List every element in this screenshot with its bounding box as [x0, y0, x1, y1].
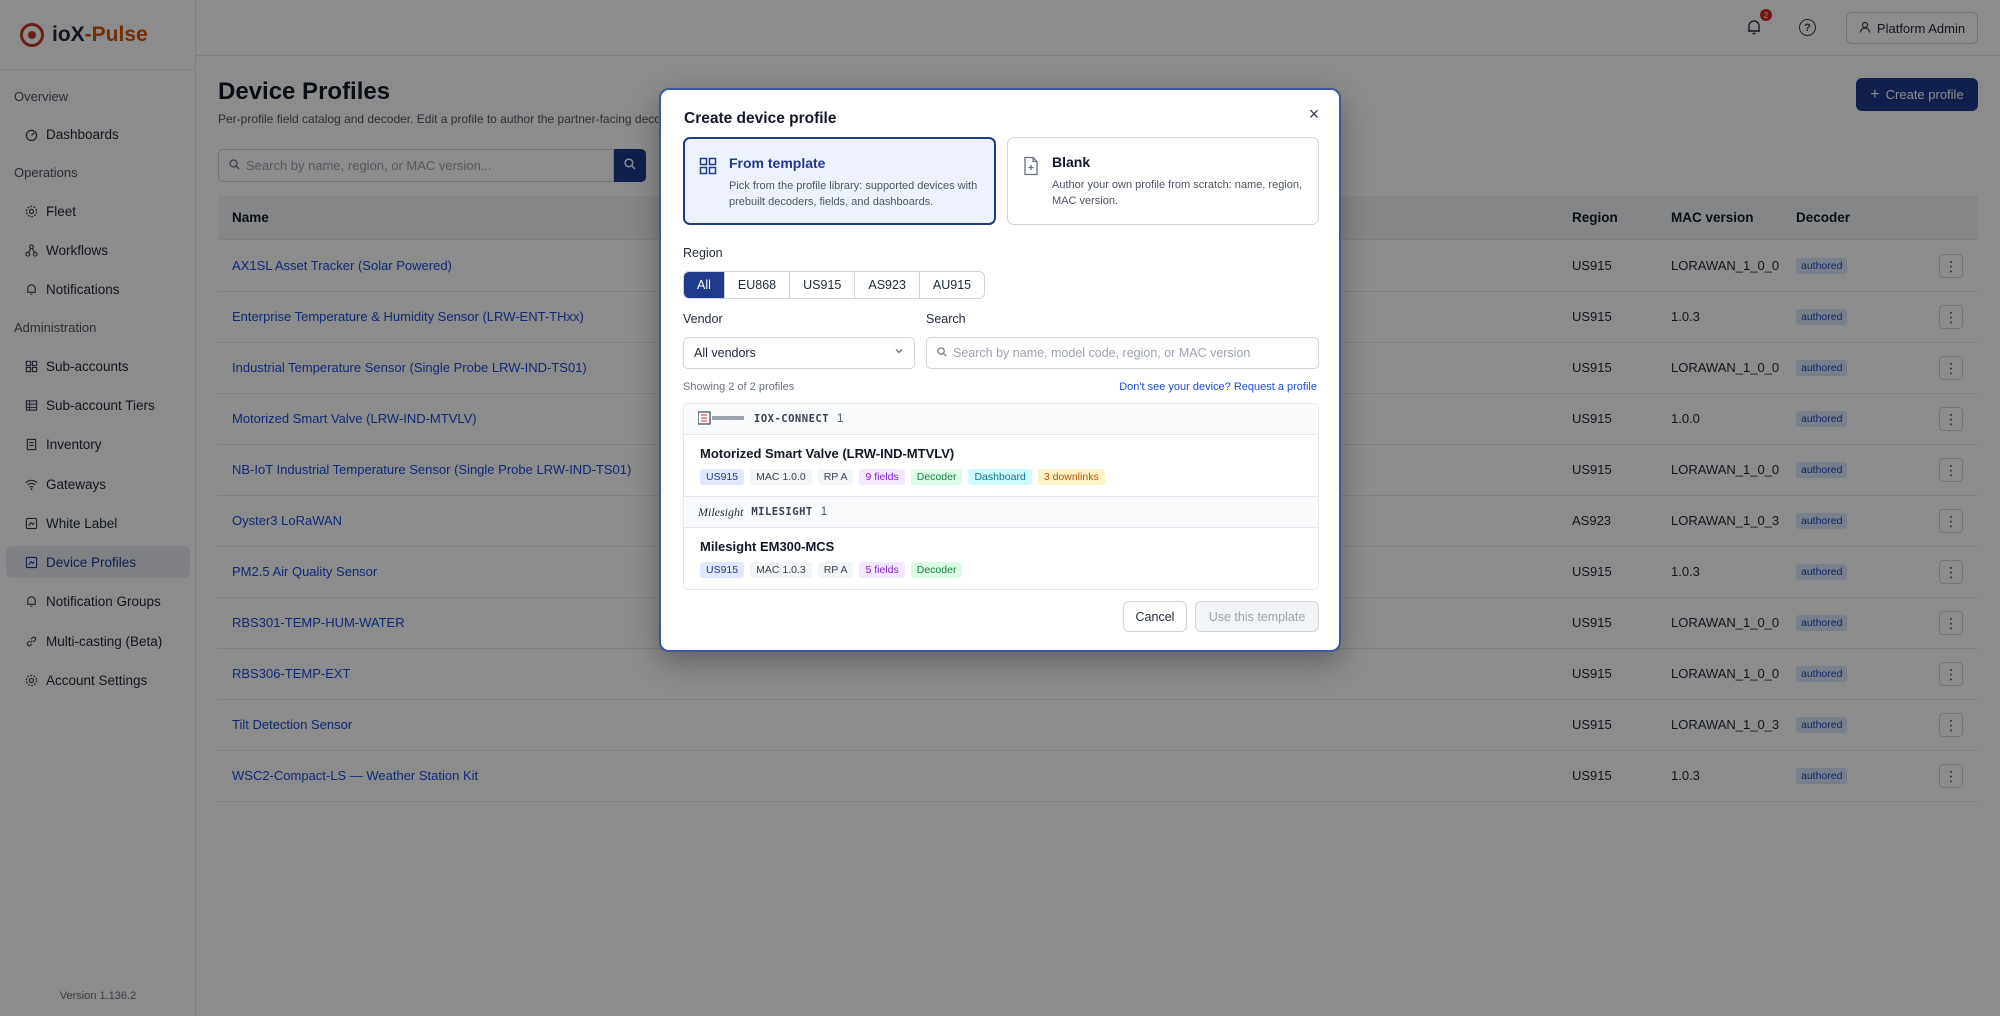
vendor-name: IOX-CONNECT [754, 413, 830, 425]
template-name: Motorized Smart Valve (LRW-IND-MTVLV) [700, 446, 955, 461]
vendor-logo: Milesight [698, 504, 744, 519]
use-template-button[interactable]: Use this template [1195, 601, 1319, 632]
region-option-au915[interactable]: AU915 [920, 272, 984, 298]
option-description: Pick from the profile library: supported… [729, 180, 978, 208]
decoder-chip: Decoder [910, 562, 963, 578]
region-option-us915[interactable]: US915 [790, 272, 856, 298]
dashboard-chip: Dashboard [968, 469, 1032, 485]
template-search-placeholder: Search by name, model code, region, or M… [953, 346, 1251, 360]
cancel-button[interactable]: Cancel [1123, 601, 1187, 632]
modal-title: Create device profile [684, 110, 837, 127]
vendor-count: 1 [837, 413, 844, 425]
option-title: Blank [1052, 154, 1091, 170]
vendor-select[interactable]: All vendors [683, 337, 915, 369]
fields-chip: 5 fields [859, 562, 905, 578]
region-label: Region [683, 246, 723, 260]
template-grid-icon [699, 157, 717, 175]
region-option-eu868[interactable]: EU868 [725, 272, 791, 298]
template-chips: US915 MAC 1.0.3 RP A 5 fields Decoder [700, 562, 963, 578]
region-option-as923[interactable]: AS923 [855, 272, 920, 298]
vendor-logo [697, 411, 746, 427]
results-count: Showing 2 of 2 profiles [683, 381, 795, 393]
region-chip: US915 [700, 562, 745, 578]
request-profile-link[interactable]: Don't see your device? Request a profile [1119, 381, 1317, 393]
decoder-chip: Decoder [910, 469, 963, 485]
vendor-name: MILESIGHT [751, 506, 813, 518]
rp-chip: RP A [817, 562, 854, 578]
region-filter: All EU868 US915 AS923 AU915 [683, 271, 986, 299]
option-blank[interactable]: Blank Author your own profile from scrat… [1007, 137, 1319, 225]
option-description: Author your own profile from scratch: na… [1052, 179, 1303, 207]
vendor-select-value: All vendors [694, 346, 756, 360]
mac-chip: MAC 1.0.0 [750, 469, 812, 485]
search-label: Search [926, 312, 966, 326]
fields-chip: 9 fields [859, 469, 905, 485]
vendor-label: Vendor [683, 312, 723, 326]
option-title: From template [729, 155, 826, 171]
template-name: Milesight EM300-MCS [700, 539, 835, 554]
search-icon [937, 346, 947, 360]
template-row[interactable]: Milesight EM300-MCS US915 MAC 1.0.3 RP A… [684, 528, 1318, 589]
template-chips: US915 MAC 1.0.0 RP A 9 fields Decoder Da… [700, 469, 1105, 485]
blank-file-icon [1022, 156, 1040, 176]
vendor-count: 1 [820, 506, 828, 518]
template-search-input[interactable]: Search by name, model code, region, or M… [926, 337, 1319, 369]
template-row[interactable]: Motorized Smart Valve (LRW-IND-MTVLV) US… [684, 435, 1318, 497]
rp-chip: RP A [817, 469, 854, 485]
region-chip: US915 [700, 469, 745, 485]
mac-chip: MAC 1.0.3 [750, 562, 812, 578]
vendor-group-header: Milesight MILESIGHT 1 [684, 497, 1318, 528]
close-icon[interactable]: × [1304, 104, 1324, 124]
create-device-profile-modal: Create device profile × From template Pi… [659, 88, 1341, 652]
option-from-template[interactable]: From template Pick from the profile libr… [683, 137, 996, 225]
template-list: IOX-CONNECT 1 Motorized Smart Valve (LRW… [683, 403, 1319, 590]
chevron-down-icon [894, 346, 904, 359]
region-option-all[interactable]: All [684, 272, 725, 298]
vendor-group-header: IOX-CONNECT 1 [684, 404, 1318, 435]
downlinks-chip: 3 downlinks [1037, 469, 1105, 485]
